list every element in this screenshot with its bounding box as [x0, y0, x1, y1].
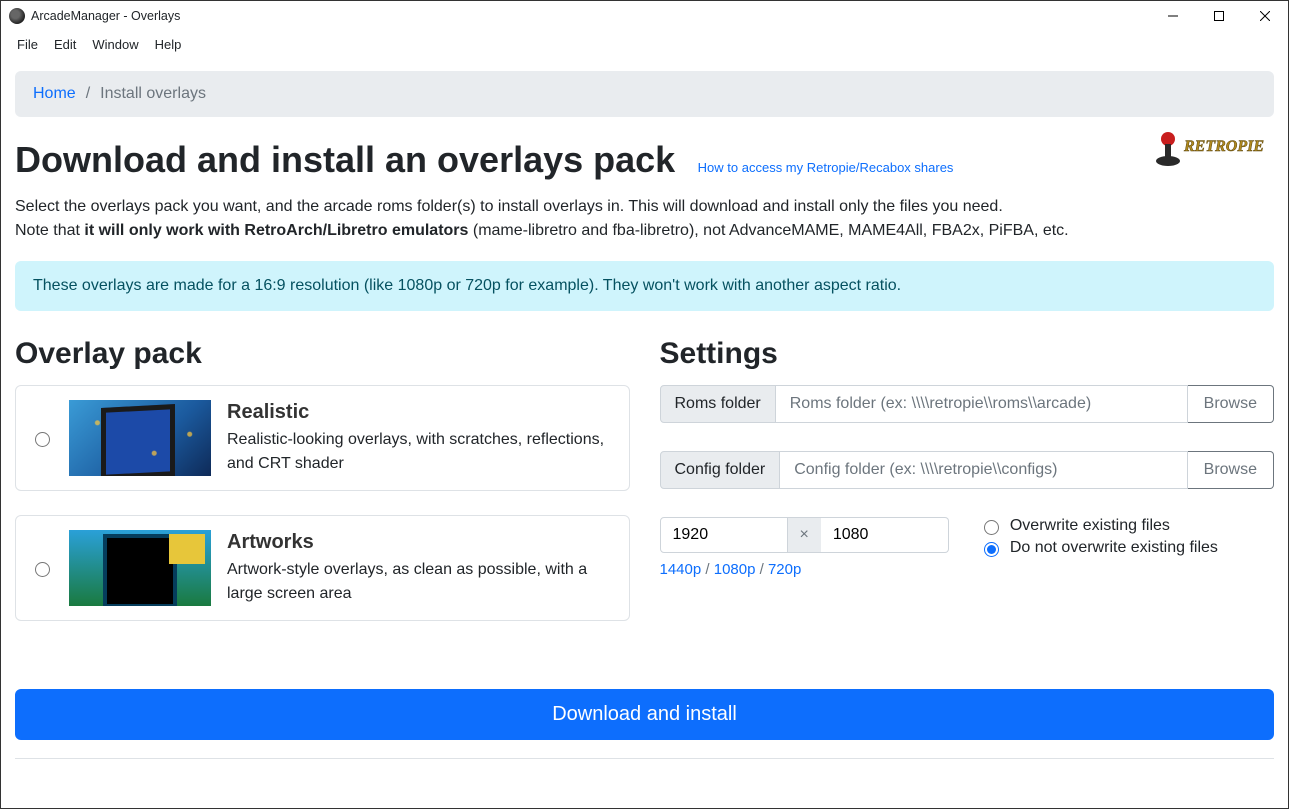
breadcrumb-current: Install overlays: [100, 85, 206, 103]
menu-file[interactable]: File: [9, 35, 46, 54]
pack-thumb-realistic: [69, 400, 211, 476]
resolution-block: × 1440p / 1080p / 720p: [660, 517, 949, 578]
app-icon: [9, 8, 25, 24]
maximize-button[interactable]: [1196, 1, 1242, 31]
overwrite-on-radio[interactable]: [984, 520, 999, 535]
resolution-presets: 1440p / 1080p / 720p: [660, 561, 949, 578]
menu-window[interactable]: Window: [84, 35, 146, 54]
svg-text:RETROPIE: RETROPIE: [1183, 138, 1264, 155]
content-area: Home / Install overlays RETROPIE Downloa…: [1, 57, 1288, 808]
resolution-row: × 1440p / 1080p / 720p Overwrite existin…: [660, 517, 1275, 578]
preset-1440p[interactable]: 1440p: [660, 561, 702, 578]
page-title: Download and install an overlays pack: [15, 139, 675, 181]
download-install-button[interactable]: Download and install: [15, 689, 1274, 740]
settings-heading: Settings: [660, 337, 1275, 371]
pack-thumb-artworks: [69, 530, 211, 606]
intro-line2-suffix: (mame-libretro and fba-libretro), not Ad…: [468, 222, 1068, 239]
resolution-height-input[interactable]: [821, 517, 949, 553]
config-folder-label: Config folder: [660, 451, 781, 489]
menubar: File Edit Window Help: [1, 31, 1288, 57]
intro-text: Select the overlays pack you want, and t…: [15, 195, 1274, 243]
pack-radio-realistic[interactable]: [35, 432, 50, 447]
roms-folder-input[interactable]: [776, 385, 1188, 423]
preset-sep: /: [701, 561, 714, 578]
preset-720p[interactable]: 720p: [768, 561, 801, 578]
preset-1080p[interactable]: 1080p: [714, 561, 756, 578]
preset-sep: /: [755, 561, 768, 578]
titlebar: ArcadeManager - Overlays: [1, 1, 1288, 31]
pack-text-realistic: Realistic Realistic-looking overlays, wi…: [227, 401, 615, 474]
config-folder-input[interactable]: [780, 451, 1187, 489]
retropie-logo: RETROPIE: [1154, 129, 1274, 174]
resolution-inputs: ×: [660, 517, 949, 553]
pack-radio-artworks[interactable]: [35, 562, 50, 577]
breadcrumb-home[interactable]: Home: [33, 85, 76, 103]
pack-text-artworks: Artworks Artwork-style overlays, as clea…: [227, 531, 615, 604]
overwrite-off-radio[interactable]: [984, 542, 999, 557]
roms-folder-label: Roms folder: [660, 385, 776, 423]
breadcrumb: Home / Install overlays: [15, 71, 1274, 117]
window-title: ArcadeManager - Overlays: [31, 9, 180, 23]
two-column-layout: Overlay pack Realistic Realistic-looking…: [15, 333, 1274, 645]
titlebar-left: ArcadeManager - Overlays: [9, 8, 180, 24]
overwrite-on-label: Overwrite existing files: [1010, 517, 1170, 535]
overwrite-off-label: Do not overwrite existing files: [1010, 539, 1218, 557]
divider: [15, 758, 1274, 759]
overlay-pack-column: Overlay pack Realistic Realistic-looking…: [15, 333, 630, 645]
settings-column: Settings Roms folder Browse Config folde…: [660, 333, 1275, 645]
app-window: ArcadeManager - Overlays File Edit Windo…: [0, 0, 1289, 809]
pack-desc: Realistic-looking overlays, with scratch…: [227, 428, 615, 474]
overwrite-on-option[interactable]: Overwrite existing files: [979, 517, 1218, 535]
resolution-width-input[interactable]: [660, 517, 788, 553]
help-link[interactable]: How to access my Retropie/Recabox shares: [698, 160, 954, 175]
menu-edit[interactable]: Edit: [46, 35, 84, 54]
menu-help[interactable]: Help: [147, 35, 190, 54]
pack-card-realistic[interactable]: Realistic Realistic-looking overlays, wi…: [15, 385, 630, 491]
minimize-button[interactable]: [1150, 1, 1196, 31]
close-button[interactable]: [1242, 1, 1288, 31]
intro-line2-bold: it will only work with RetroArch/Libretr…: [84, 222, 468, 239]
breadcrumb-sep: /: [86, 85, 90, 103]
overwrite-off-option[interactable]: Do not overwrite existing files: [979, 539, 1218, 557]
pack-desc: Artwork-style overlays, as clean as poss…: [227, 558, 615, 604]
resolution-x-label: ×: [788, 517, 821, 553]
window-controls: [1150, 1, 1288, 31]
roms-folder-group: Roms folder Browse: [660, 385, 1275, 423]
info-alert: These overlays are made for a 16:9 resol…: [15, 261, 1274, 311]
pack-title: Artworks: [227, 531, 615, 554]
pack-title: Realistic: [227, 401, 615, 424]
pack-card-artworks[interactable]: Artworks Artwork-style overlays, as clea…: [15, 515, 630, 621]
config-browse-button[interactable]: Browse: [1188, 451, 1274, 489]
intro-line2-prefix: Note that: [15, 222, 84, 239]
overwrite-options: Overwrite existing files Do not overwrit…: [979, 517, 1218, 561]
intro-line1: Select the overlays pack you want, and t…: [15, 198, 1003, 215]
roms-browse-button[interactable]: Browse: [1188, 385, 1274, 423]
config-folder-group: Config folder Browse: [660, 451, 1275, 489]
overlay-pack-heading: Overlay pack: [15, 337, 630, 371]
